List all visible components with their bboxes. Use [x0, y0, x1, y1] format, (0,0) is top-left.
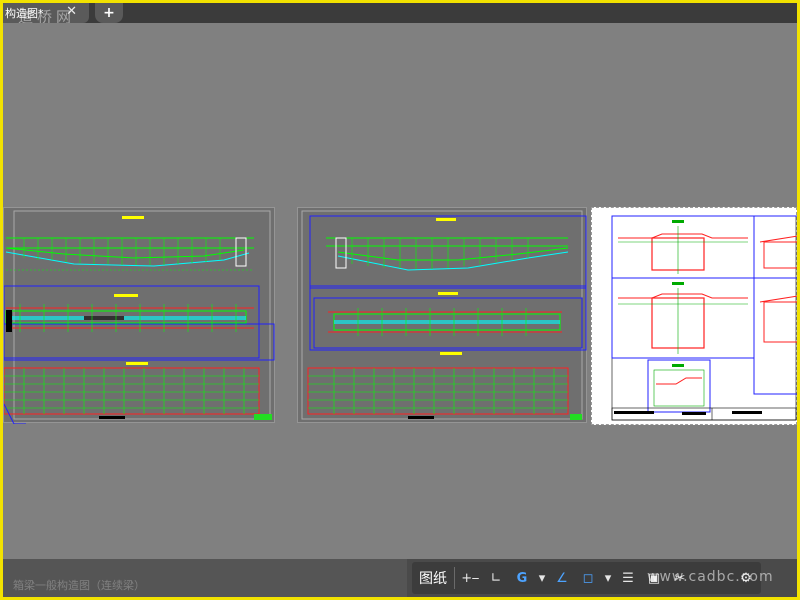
watermark-url: www.cadbc.com — [647, 569, 774, 585]
cad-window: 构造图* ✕ + 道桥网 箱梁一般构造图（连续梁） 图纸 +⎯ ∟ G ▾ ∠ … — [3, 3, 797, 597]
drawing-canvas[interactable] — [3, 23, 797, 559]
isodraft-icon[interactable]: ∠ — [549, 563, 575, 593]
status-left-area: 箱梁一般构造图（连续梁） — [3, 559, 407, 597]
polar-tracking-icon[interactable]: G — [509, 563, 535, 593]
layout-sheet-1[interactable] — [3, 207, 275, 425]
tab-bar: 构造图* ✕ + 道桥网 — [3, 3, 797, 26]
new-tab-button[interactable]: + — [95, 3, 123, 23]
sheet-2-drawing — [301, 210, 587, 420]
lineweight-icon[interactable]: ☰ — [615, 563, 641, 593]
layout-sheet-3-active[interactable] — [591, 207, 797, 425]
osnap-dropdown-icon[interactable]: ▾ — [601, 563, 615, 593]
sheet-1-drawing — [3, 210, 275, 425]
sheet-3-drawing — [611, 215, 797, 421]
object-snap-icon[interactable]: ◻ — [575, 563, 601, 593]
paper-space-toggle[interactable]: 图纸 — [414, 563, 452, 593]
polar-dropdown-icon[interactable]: ▾ — [535, 563, 549, 593]
separator — [454, 567, 455, 589]
snap-grid-icon[interactable]: +⎯ — [457, 563, 483, 593]
layout-sheet-2[interactable] — [297, 207, 587, 423]
status-text: 箱梁一般构造图（连续梁） — [13, 579, 145, 592]
status-bar: 箱梁一般构造图（连续梁） 图纸 +⎯ ∟ G ▾ ∠ ◻ ▾ ☰ ▣ ✂ ⚙ w… — [3, 559, 797, 597]
ortho-icon[interactable]: ∟ — [483, 563, 509, 593]
